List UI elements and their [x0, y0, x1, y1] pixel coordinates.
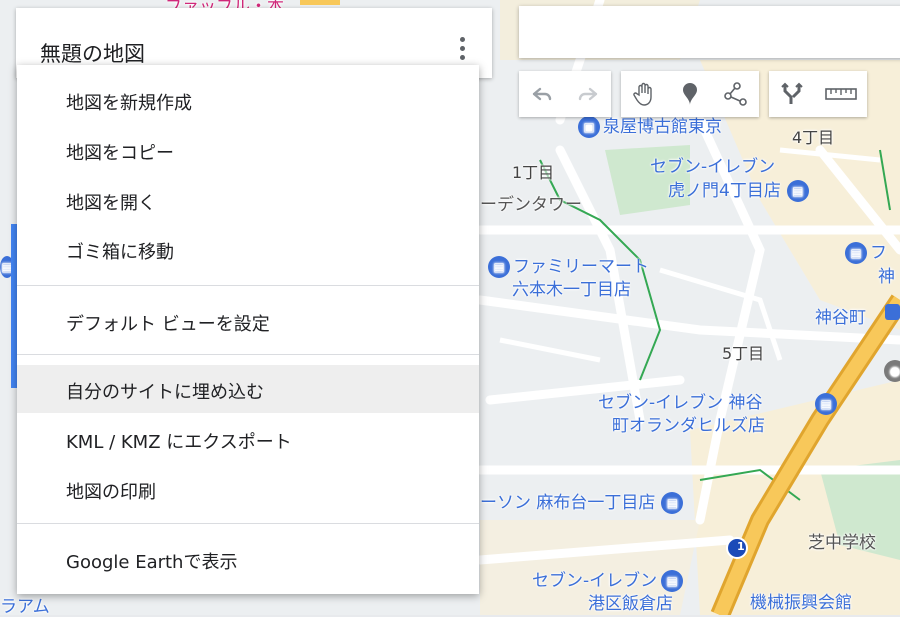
menu-item-new-map[interactable]: 地図を新規作成 — [17, 76, 479, 124]
menu-item-embed[interactable]: 自分のサイトに埋め込む — [17, 365, 479, 413]
museum-icon: ▣ — [578, 116, 600, 138]
toolbar-history — [519, 71, 611, 117]
poi-famima-1-label: ファミリーマート — [513, 257, 649, 277]
poi-seven-iikura-1-label: セブン-イレブン — [532, 571, 658, 591]
poi-shiba-school[interactable]: 芝中学校 — [808, 528, 876, 553]
menu-item-label: KML / KMZ にエクスポート — [66, 432, 292, 453]
area-5chome: 5丁目 — [722, 344, 765, 363]
menu-item-export-kml[interactable]: KML / KMZ にエクスポート — [17, 415, 479, 463]
station-kamiyacho[interactable]: 神谷町 — [815, 303, 866, 328]
directions-icon[interactable] — [769, 71, 815, 117]
menu-divider — [17, 354, 479, 355]
poi-tower[interactable]: ーデンタワー — [480, 190, 582, 215]
menu-divider — [17, 285, 479, 286]
convenience-store-icon: ▤ — [815, 393, 840, 415]
poi-lawson[interactable]: ーソン 麻布台一丁目店 ▤ — [480, 488, 686, 514]
poi-seven-kamiyacho-1[interactable]: セブン-イレブン 神谷 — [598, 388, 763, 413]
toolbar-extra — [769, 71, 867, 117]
poi-kikai[interactable]: 機械振興会館 — [750, 588, 852, 613]
convenience-store-icon: ▤ — [786, 180, 809, 202]
poi-right-gray: ● — [884, 360, 900, 382]
menu-item-move-to-trash[interactable]: ゴミ箱に移動 — [17, 225, 479, 273]
poi-lawson-label: ーソン 麻布台一丁目店 — [480, 493, 656, 513]
map-options-menu: 地図を新規作成 地図をコピー 地図を開く ゴミ箱に移動 デフォルト ビューを設定… — [17, 65, 479, 594]
menu-item-print[interactable]: 地図の印刷 — [17, 465, 479, 513]
menu-item-label: 地図をコピー — [66, 143, 174, 164]
redo-icon[interactable] — [565, 71, 611, 117]
poi-right-1-label: フ — [870, 243, 887, 263]
menu-item-label: ゴミ箱に移動 — [66, 242, 174, 263]
menu-item-label: 自分のサイトに埋め込む — [66, 382, 264, 403]
poi-bottom-left[interactable]: ラアム — [0, 592, 50, 617]
ruler-icon[interactable] — [815, 71, 867, 117]
search-box[interactable] — [519, 6, 900, 58]
convenience-store-icon: ▤ — [661, 492, 684, 514]
poi-izumiya-label: 泉屋博古館東京 — [603, 117, 722, 137]
area-1chome: 1丁目 — [512, 163, 555, 182]
menu-divider — [17, 523, 479, 524]
menu-item-copy-map[interactable]: 地図をコピー — [17, 126, 479, 174]
poi-seven-kamiyacho-2[interactable]: 町オランダヒルズ店 — [612, 411, 765, 436]
route-shield-label: 1 — [737, 540, 745, 553]
marker-icon[interactable] — [667, 71, 713, 117]
poi-seven-toranomon-2[interactable]: 虎ノ門4丁目店 ▤ — [668, 176, 812, 202]
area-4chome: 4丁目 — [792, 128, 835, 147]
map-title[interactable]: 無題の地図 — [40, 38, 145, 68]
menu-item-label: 地図を新規作成 — [66, 93, 192, 114]
convenience-store-icon: ▤ — [845, 242, 867, 264]
poi-right-2[interactable]: 神 — [878, 262, 895, 287]
menu-item-set-default-view[interactable]: デフォルト ビューを設定 — [17, 297, 479, 345]
poi-seven-iikura-2[interactable]: 港区飯倉店 — [588, 589, 673, 614]
menu-item-label: 地図の印刷 — [66, 482, 156, 503]
more-vert-icon[interactable] — [454, 34, 470, 68]
draw-line-icon[interactable] — [713, 71, 759, 117]
hand-icon[interactable] — [621, 71, 667, 117]
poi-right-1[interactable]: ▤ フ — [845, 238, 887, 264]
poi-seven-toranomon-2-label: 虎ノ門4丁目店 — [668, 181, 781, 201]
menu-item-google-earth[interactable]: Google Earthで表示 — [17, 535, 479, 583]
convenience-store-icon: ▤ — [488, 256, 510, 278]
poi-seven-toranomon-1[interactable]: セブン-イレブン — [650, 152, 775, 177]
poi-famima-2[interactable]: 六本木一丁目店 — [512, 275, 631, 300]
toolbar-tools — [621, 71, 759, 117]
menu-item-label: 地図を開く — [66, 193, 156, 214]
menu-item-label: Google Earthで表示 — [66, 552, 238, 573]
menu-item-open-map[interactable]: 地図を開く — [17, 176, 479, 224]
menu-item-label: デフォルト ビューを設定 — [66, 314, 270, 335]
undo-icon[interactable] — [519, 71, 565, 117]
